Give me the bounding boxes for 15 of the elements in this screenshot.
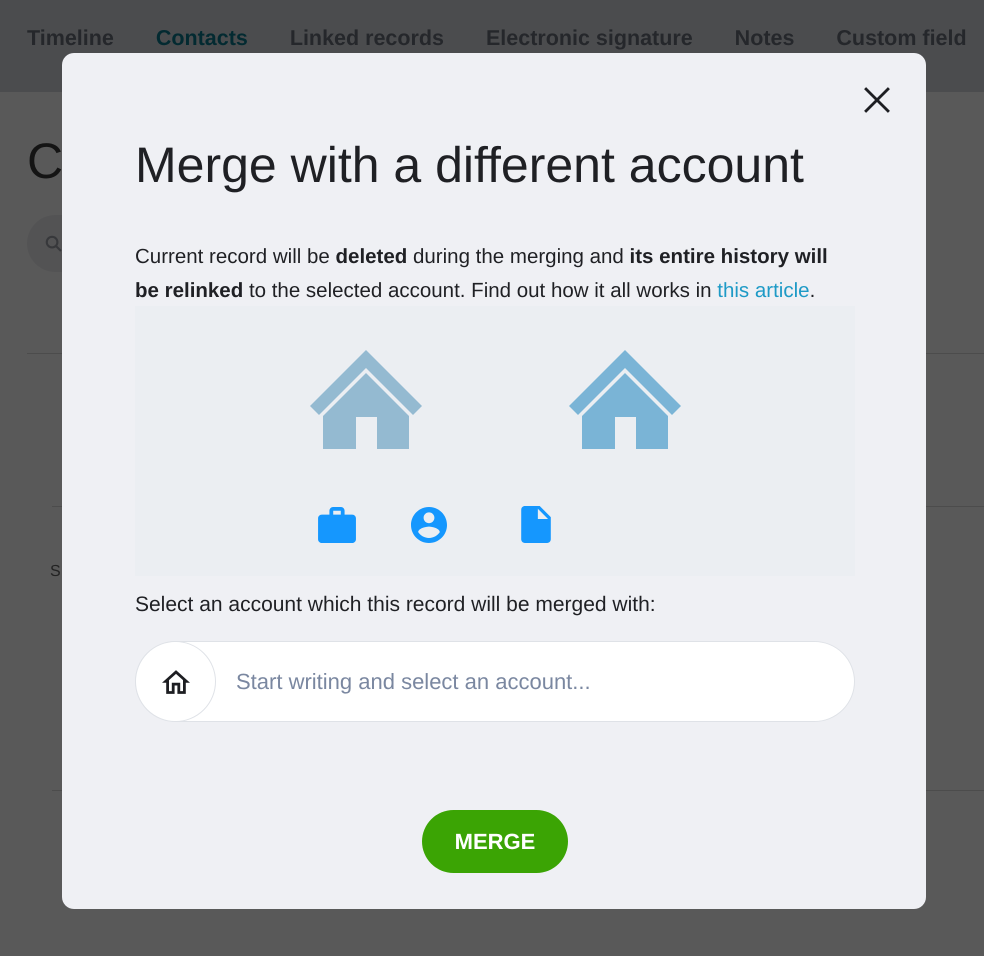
search-icon bbox=[45, 235, 62, 252]
house-icon bbox=[569, 350, 681, 449]
briefcase-icon bbox=[318, 506, 356, 542]
dialog-description: Current record will be deleted during the merging and its entire history will be relinked to the selected account. Find out how it all works in this article. bbox=[135, 244, 829, 304]
document-icon bbox=[521, 506, 551, 543]
dialog-title: Merge with a different account bbox=[135, 136, 804, 194]
search-field[interactable] bbox=[27, 215, 62, 272]
list-row-text: S bbox=[50, 562, 61, 582]
tab[interactable]: Contacts bbox=[156, 25, 248, 51]
field-label: Select an account which this record will be merged with: bbox=[135, 592, 656, 618]
house-icon bbox=[310, 350, 422, 449]
close-icon bbox=[864, 87, 890, 113]
merge-button[interactable]: MERGE bbox=[422, 810, 568, 873]
article-link[interactable]: this article bbox=[717, 279, 810, 302]
page-heading: C bbox=[27, 132, 64, 190]
